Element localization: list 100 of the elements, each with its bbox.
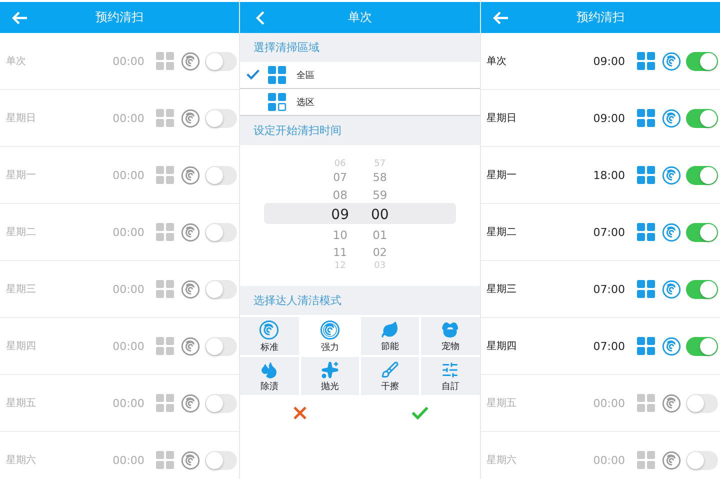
toggle-switch[interactable]	[686, 336, 718, 356]
section-heading: 选择达人清洁模式	[240, 286, 480, 315]
grid-icon	[156, 223, 174, 241]
toggle-switch[interactable]	[686, 450, 718, 470]
mode-button[interactable]: 節能	[360, 317, 420, 355]
swirl-icon	[662, 222, 681, 242]
day-label: 星期四	[6, 340, 37, 353]
swirl-icon	[662, 280, 681, 298]
mode-button[interactable]: 干擦	[360, 357, 420, 395]
day-label: 星期五	[6, 396, 37, 410]
time-label: 00:00	[112, 168, 144, 182]
grid-icon	[636, 451, 655, 469]
picker-item[interactable]: 09	[331, 205, 349, 226]
grid-icon	[268, 66, 286, 84]
swirl-icon	[181, 166, 200, 184]
day-label: 星期一	[486, 168, 518, 182]
grid-icon	[636, 337, 655, 355]
day-label: 星期六	[486, 454, 518, 467]
time-label: 00:00	[112, 340, 144, 352]
mode-button[interactable]: 除渍	[240, 357, 299, 395]
section-heading: 選擇清掃區域	[240, 33, 480, 62]
day-label: 星期二	[486, 226, 518, 239]
partial-grid-icon	[268, 93, 286, 111]
toggle-switch[interactable]	[686, 222, 718, 242]
grid-icon	[156, 280, 174, 298]
toggle-switch[interactable]	[205, 280, 238, 298]
swirl-icon	[181, 394, 200, 412]
day-label: 星期日	[6, 112, 37, 125]
check-icon	[410, 406, 429, 420]
swirl-icon	[181, 336, 200, 356]
grid-icon	[636, 52, 655, 70]
day-label: 星期六	[6, 454, 37, 467]
time-label: 00:00	[593, 396, 625, 410]
toggle-switch[interactable]	[205, 108, 238, 128]
brush-icon	[381, 361, 400, 379]
swirl-icon	[181, 450, 200, 470]
mode-button[interactable]: 标准	[240, 317, 299, 355]
toggle-switch[interactable]	[205, 52, 238, 70]
swirl-icon	[662, 336, 681, 356]
day-label: 星期三	[6, 282, 37, 296]
toggle-switch[interactable]	[686, 108, 718, 128]
mode-button[interactable]: 自訂	[421, 357, 480, 395]
toggle-switch[interactable]	[205, 394, 238, 412]
toggle-switch[interactable]	[205, 166, 238, 184]
sparkles-icon	[320, 361, 339, 379]
toggle-switch[interactable]	[686, 280, 718, 298]
time-label: 09:00	[593, 112, 625, 124]
mode-button[interactable]: 抛光	[300, 357, 359, 395]
time-label: 00:00	[112, 226, 144, 238]
grid-icon	[156, 109, 174, 127]
close-icon	[293, 406, 308, 420]
swirl-icon	[181, 108, 200, 128]
picker-item[interactable]: 00	[370, 205, 389, 226]
day-label: 单次	[6, 54, 27, 68]
swirl-icon	[181, 52, 200, 70]
leaf-icon	[381, 321, 400, 339]
swirl-icon	[181, 222, 200, 242]
section-heading: 设定开始清扫时间	[240, 116, 480, 145]
time-label: 18:00	[593, 168, 625, 182]
time-label: 00:00	[593, 454, 625, 466]
grid-icon	[156, 337, 174, 355]
swirl-icon	[662, 52, 681, 70]
toggle-switch[interactable]	[686, 166, 718, 184]
time-label: 09:00	[593, 54, 625, 68]
back-arrow-icon	[12, 11, 28, 25]
grid-icon	[636, 280, 655, 298]
grid-icon	[156, 394, 174, 412]
screen-title: 预约清扫	[94, 9, 145, 26]
grid-icon	[636, 223, 655, 241]
grid-icon	[156, 52, 174, 70]
toggle-switch[interactable]	[686, 394, 718, 412]
swirl-icon	[662, 166, 681, 184]
toggle-switch[interactable]	[205, 222, 238, 242]
back-arrow-icon	[492, 11, 509, 25]
day-label: 星期四	[486, 340, 518, 353]
swirl-icon	[662, 108, 681, 128]
day-label: 单次	[486, 54, 508, 68]
grid-icon	[156, 451, 174, 469]
screen-title: 单次	[346, 9, 373, 26]
grid-icon	[636, 109, 655, 127]
toggle-switch[interactable]	[205, 336, 238, 356]
swirl-icon	[320, 320, 340, 340]
mode-button[interactable]: 宠物	[421, 317, 480, 355]
swirl-icon	[662, 394, 681, 412]
swirl-icon	[259, 320, 280, 340]
swirl-icon	[662, 450, 681, 470]
droplets-icon	[260, 361, 278, 379]
toggle-switch[interactable]	[205, 450, 238, 470]
time-label: 07:00	[593, 340, 625, 352]
time-label: 07:00	[593, 226, 625, 238]
time-label: 00:00	[112, 454, 144, 466]
time-label: 00:00	[112, 54, 144, 68]
grid-icon	[156, 166, 174, 184]
toggle-switch[interactable]	[686, 52, 718, 70]
day-label: 星期一	[6, 168, 37, 182]
day-label: 星期日	[486, 112, 518, 125]
screen-title: 预约清扫	[575, 9, 626, 26]
day-label: 星期五	[486, 396, 518, 410]
time-label: 00:00	[112, 112, 144, 124]
time-label: 07:00	[593, 282, 625, 296]
